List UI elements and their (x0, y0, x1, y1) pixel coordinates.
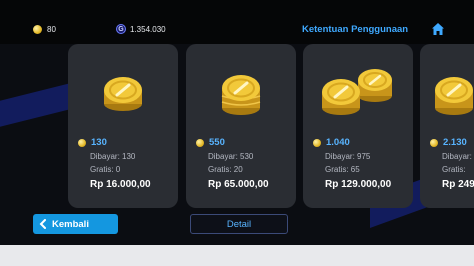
package-paid: Dibayar: 975 (325, 152, 371, 161)
package-free: Gratis: 65 (325, 165, 360, 174)
package-card[interactable]: 1.040 Dibayar: 975 Gratis: 65 Rp 129.000… (303, 44, 413, 208)
gem-balance-value: 1.354.030 (130, 24, 166, 34)
background-stripe (0, 83, 70, 127)
gem-icon: G (116, 24, 126, 34)
package-amount-row: 1.040 (313, 137, 350, 148)
bottom-bar (0, 245, 474, 266)
coin-icon (33, 24, 42, 34)
package-amount: 2.130 (443, 137, 467, 148)
coin-icon (78, 138, 86, 147)
package-card[interactable]: 550 Dibayar: 530 Gratis: 20 Rp 65.000,00 (186, 44, 296, 208)
package-amount: 550 (209, 137, 225, 148)
coin-balance: 80 (33, 22, 56, 36)
coin-icon (430, 138, 438, 147)
package-paid: Dibayar: 530 (208, 152, 254, 161)
package-amount-row: 550 (196, 137, 225, 148)
package-price: Rp 16.000,00 (90, 179, 151, 190)
package-free: Gratis: 20 (208, 165, 243, 174)
package-price: Rp 65.000,00 (208, 179, 269, 190)
package-amount: 1.040 (326, 137, 350, 148)
back-button[interactable]: Kembali (33, 214, 118, 234)
home-icon[interactable] (431, 22, 445, 36)
gem-balance: G 1.354.030 (116, 22, 166, 36)
package-paid: Dibayar: (442, 152, 472, 161)
package-price: Rp 249 (442, 179, 474, 190)
coin-single-icon (104, 77, 142, 111)
back-button-label: Kembali (52, 218, 89, 230)
package-amount-row: 2.130 (430, 137, 467, 148)
coin-pile-icon (322, 69, 392, 115)
coin-icon (196, 138, 204, 147)
package-free: Gratis: 0 (90, 165, 121, 174)
package-paid: Dibayar: 130 (90, 152, 136, 161)
terms-of-use-link[interactable]: Ketentuan Penggunaan (302, 24, 408, 35)
package-amount-row: 130 (78, 137, 107, 148)
detail-button-label: Detail (226, 218, 252, 230)
package-card[interactable]: 130 Dibayar: 130 Gratis: 0 Rp 16.000,00 (68, 44, 178, 208)
chevron-left-icon (39, 219, 46, 229)
package-free: Gratis: (442, 165, 466, 174)
coin-balance-value: 80 (47, 24, 56, 34)
coin-icon (313, 138, 321, 147)
coin-pile-icon (435, 77, 473, 115)
package-price: Rp 129.000,00 (325, 179, 392, 190)
package-card[interactable]: 2.130 Dibayar: Gratis: Rp 249 (420, 44, 474, 208)
coin-stack-icon (221, 75, 261, 115)
package-amount: 130 (91, 137, 107, 148)
top-bar (0, 0, 474, 44)
detail-button[interactable]: Detail (190, 214, 288, 234)
